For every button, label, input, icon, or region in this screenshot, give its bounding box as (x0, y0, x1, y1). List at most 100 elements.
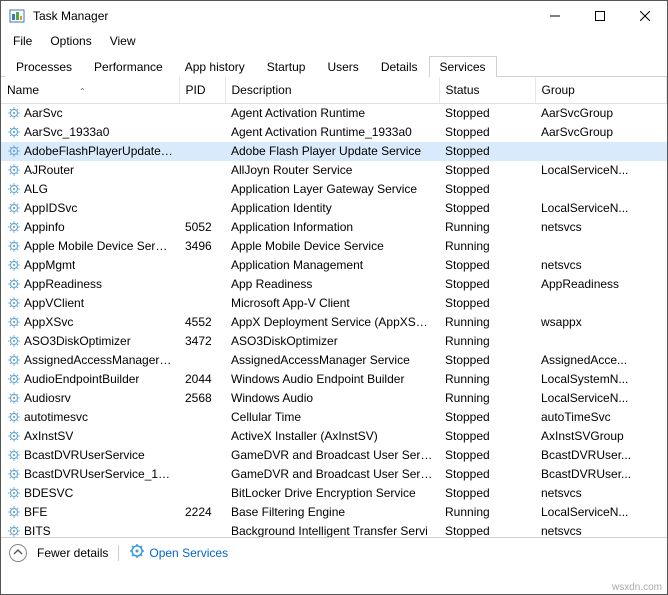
tab-services[interactable]: Services (429, 56, 497, 77)
gear-icon (7, 182, 21, 196)
gear-icon (7, 201, 21, 215)
table-row[interactable]: Appinfo 5052 Application Information Run… (1, 218, 667, 237)
table-row[interactable]: AdobeFlashPlayerUpdateSvc Adobe Flash Pl… (1, 142, 667, 161)
fewer-details-toggle[interactable] (9, 544, 27, 562)
gear-icon (7, 125, 21, 139)
gear-icon (7, 353, 21, 367)
fewer-details-label[interactable]: Fewer details (37, 546, 108, 560)
minimize-button[interactable] (532, 1, 577, 31)
column-header-name[interactable]: Name⌃ (1, 77, 179, 104)
table-row[interactable]: AxInstSV ActiveX Installer (AxInstSV) St… (1, 427, 667, 446)
service-name: Audiosrv (24, 391, 71, 405)
tab-processes[interactable]: Processes (5, 56, 83, 77)
gear-icon (7, 334, 21, 348)
table-row[interactable]: AppXSvc 4552 AppX Deployment Service (Ap… (1, 313, 667, 332)
gear-icon (7, 163, 21, 177)
service-group: LocalServiceN... (535, 503, 667, 522)
titlebar: Task Manager (1, 1, 667, 31)
service-group: netsvcs (535, 522, 667, 538)
service-name: BFE (24, 505, 47, 519)
service-status: Stopped (439, 351, 535, 370)
table-row[interactable]: ASO3DiskOptimizer 3472 ASO3DiskOptimizer… (1, 332, 667, 351)
table-row[interactable]: AssignedAccessManagerSvc AssignedAccessM… (1, 351, 667, 370)
service-pid (179, 522, 225, 538)
table-row[interactable]: BcastDVRUserService_1933a0 GameDVR and B… (1, 465, 667, 484)
menu-view[interactable]: View (102, 32, 144, 50)
service-status: Stopped (439, 199, 535, 218)
service-description: ActiveX Installer (AxInstSV) (225, 427, 439, 446)
service-status: Stopped (439, 522, 535, 538)
service-pid (179, 180, 225, 199)
service-group: AxInstSVGroup (535, 427, 667, 446)
service-group: AssignedAcce... (535, 351, 667, 370)
service-description: GameDVR and Broadcast User Service (225, 446, 439, 465)
table-row[interactable]: BcastDVRUserService GameDVR and Broadcas… (1, 446, 667, 465)
column-header-description[interactable]: Description (225, 77, 439, 104)
service-status: Running (439, 332, 535, 351)
table-row[interactable]: AarSvc Agent Activation Runtime Stopped … (1, 104, 667, 123)
service-name: AarSvc (24, 106, 63, 120)
service-description: ASO3DiskOptimizer (225, 332, 439, 351)
service-pid (179, 123, 225, 142)
maximize-button[interactable] (577, 1, 622, 31)
gear-icon (7, 448, 21, 462)
gear-icon (7, 277, 21, 291)
table-row[interactable]: AppVClient Microsoft App-V Client Stoppe… (1, 294, 667, 313)
tab-details[interactable]: Details (370, 56, 429, 77)
open-services-link[interactable]: Open Services (129, 543, 228, 562)
tab-startup[interactable]: Startup (256, 56, 317, 77)
menu-options[interactable]: Options (42, 32, 99, 50)
table-row[interactable]: BDESVC BitLocker Drive Encryption Servic… (1, 484, 667, 503)
column-header-pid[interactable]: PID (179, 77, 225, 104)
tab-app-history[interactable]: App history (174, 56, 256, 77)
services-table-container[interactable]: Name⌃ PID Description Status Group AarSv… (1, 77, 667, 537)
table-row[interactable]: AarSvc_1933a0 Agent Activation Runtime_1… (1, 123, 667, 142)
service-name: ASO3DiskOptimizer (24, 334, 131, 348)
table-row[interactable]: ALG Application Layer Gateway Service St… (1, 180, 667, 199)
close-button[interactable] (622, 1, 667, 31)
gear-icon (7, 144, 21, 158)
table-row[interactable]: Audiosrv 2568 Windows Audio Running Loca… (1, 389, 667, 408)
service-pid (179, 465, 225, 484)
service-name: AppMgmt (24, 258, 75, 272)
service-description: Background Intelligent Transfer Servi (225, 522, 439, 538)
table-row[interactable]: AudioEndpointBuilder 2044 Windows Audio … (1, 370, 667, 389)
table-row[interactable]: Apple Mobile Device Service 3496 Apple M… (1, 237, 667, 256)
service-description: BitLocker Drive Encryption Service (225, 484, 439, 503)
service-pid (179, 161, 225, 180)
table-row[interactable]: autotimesvc Cellular Time Stopped autoTi… (1, 408, 667, 427)
service-status: Stopped (439, 180, 535, 199)
service-name: AarSvc_1933a0 (24, 125, 109, 139)
services-table: Name⌃ PID Description Status Group AarSv… (1, 77, 667, 537)
service-group: autoTimeSvc (535, 408, 667, 427)
service-description: Application Identity (225, 199, 439, 218)
table-row[interactable]: AppMgmt Application Management Stopped n… (1, 256, 667, 275)
service-pid (179, 351, 225, 370)
service-group: netsvcs (535, 218, 667, 237)
tab-performance[interactable]: Performance (83, 56, 174, 77)
service-pid: 4552 (179, 313, 225, 332)
menu-file[interactable]: File (5, 32, 40, 50)
service-status: Running (439, 237, 535, 256)
column-header-status[interactable]: Status (439, 77, 535, 104)
gear-icon (7, 315, 21, 329)
table-row[interactable]: BITS Background Intelligent Transfer Ser… (1, 522, 667, 538)
gear-icon (7, 505, 21, 519)
tab-users[interactable]: Users (316, 56, 369, 77)
service-status: Stopped (439, 161, 535, 180)
table-row[interactable]: AJRouter AllJoyn Router Service Stopped … (1, 161, 667, 180)
service-group (535, 294, 667, 313)
table-row[interactable]: AppIDSvc Application Identity Stopped Lo… (1, 199, 667, 218)
service-description: Application Information (225, 218, 439, 237)
service-name: AppXSvc (24, 315, 73, 329)
service-group (535, 237, 667, 256)
service-status: Running (439, 370, 535, 389)
service-pid: 3472 (179, 332, 225, 351)
service-description: Apple Mobile Device Service (225, 237, 439, 256)
service-description: GameDVR and Broadcast User Servic... (225, 465, 439, 484)
table-row[interactable]: AppReadiness App Readiness Stopped AppRe… (1, 275, 667, 294)
service-group: netsvcs (535, 256, 667, 275)
services-icon (129, 543, 145, 562)
table-row[interactable]: BFE 2224 Base Filtering Engine Running L… (1, 503, 667, 522)
column-header-group[interactable]: Group (535, 77, 667, 104)
